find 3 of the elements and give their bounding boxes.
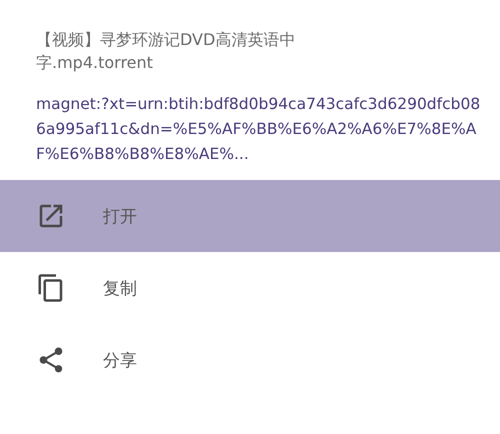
file-title: 【视频】寻梦环游记DVD高清英语中字.mp4.torrent — [36, 29, 296, 74]
menu-item[interactable]: 复制 — [0, 252, 500, 324]
menu-item[interactable]: 分享 — [0, 324, 500, 396]
